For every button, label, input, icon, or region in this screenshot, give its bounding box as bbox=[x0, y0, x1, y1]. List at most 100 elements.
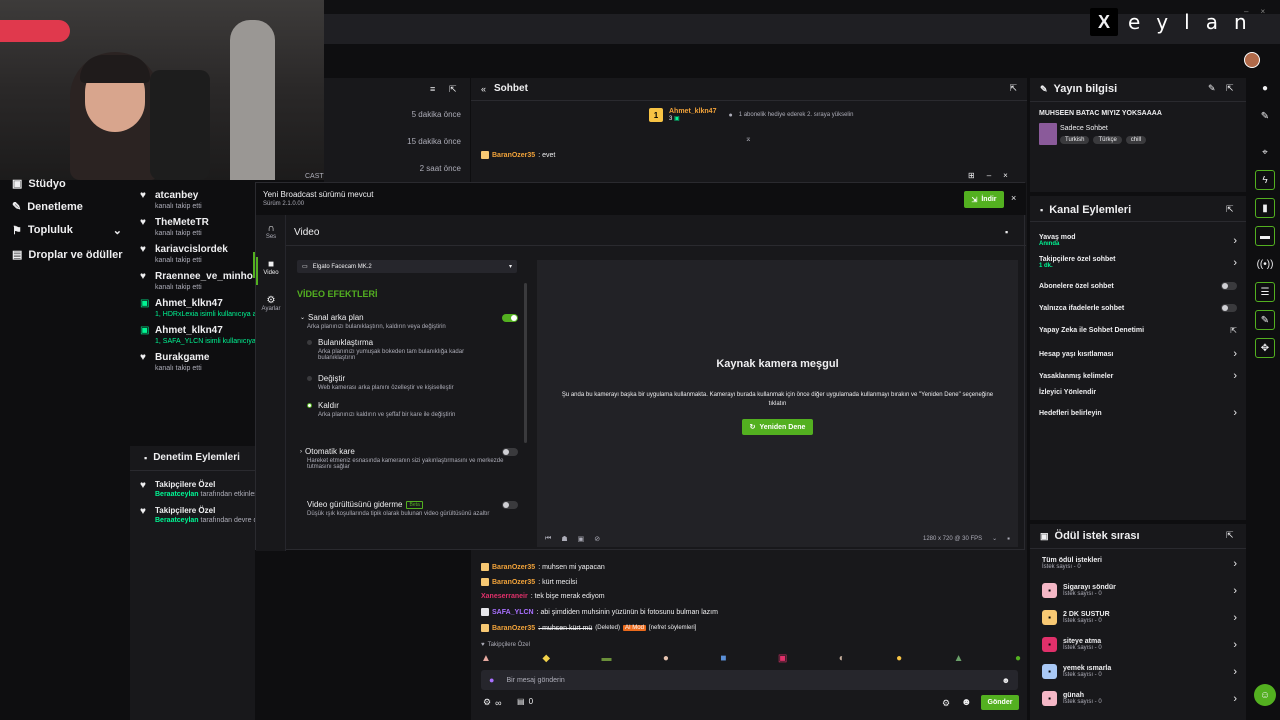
rail-settings[interactable]: ⚙ Ayarlar bbox=[256, 295, 286, 312]
avatar[interactable] bbox=[1244, 52, 1260, 68]
skip-icon[interactable]: ⏮ bbox=[545, 535, 551, 543]
action-followers-only[interactable]: Takipçilere özel sohbet 1 dk. › bbox=[1039, 256, 1237, 269]
settings-gear-icon[interactable]: ⚙ bbox=[942, 698, 950, 709]
filter-icon[interactable]: ≡ bbox=[430, 84, 435, 94]
option-replace[interactable]: Değiştir Web kamerası arka planını özell… bbox=[307, 374, 497, 391]
channel-points[interactable]: ⚙ ∞ bbox=[483, 697, 502, 708]
mic-icon[interactable]: ● bbox=[489, 675, 494, 685]
crosshair-icon[interactable]: ⌖ bbox=[1255, 142, 1275, 162]
close-icon[interactable]: × bbox=[1003, 171, 1008, 180]
scrollbar[interactable] bbox=[524, 283, 527, 443]
broadcast-icon[interactable]: ((•)) bbox=[1255, 254, 1275, 274]
action-ai-moderation[interactable]: Yapay Zeka ile Sohbet Denetimi ⇱ bbox=[1039, 326, 1237, 335]
camera-select[interactable]: ▭ Elgato Facecam MK.2 ▾ bbox=[297, 260, 517, 273]
rail-audio[interactable]: ∩ Ses bbox=[256, 223, 286, 240]
popout-icon[interactable]: ⇱ bbox=[1009, 83, 1017, 94]
minimize-icon[interactable]: – bbox=[987, 171, 991, 180]
chevron-right-icon: › bbox=[1233, 638, 1237, 651]
close-banner-icon[interactable]: × bbox=[1011, 193, 1016, 203]
people-icon[interactable]: ☗ bbox=[561, 535, 567, 543]
resolution-select[interactable]: 1280 x 720 @ 30 FPS ⌄ ▪ bbox=[923, 534, 1010, 543]
feedback-icon[interactable]: ▪ bbox=[1005, 227, 1008, 237]
crop-icon[interactable]: ▣ bbox=[578, 535, 585, 543]
chevron-left-icon[interactable]: « bbox=[481, 84, 486, 94]
clip-icon[interactable]: ▮ bbox=[1255, 198, 1275, 218]
emote-icon[interactable]: ▲ bbox=[954, 653, 964, 667]
window-controls[interactable]: – × bbox=[1244, 7, 1265, 16]
radio-icon[interactable] bbox=[307, 376, 312, 381]
action-banned-words[interactable]: Yasaklanmış kelimeler › bbox=[1039, 370, 1237, 382]
action-goals[interactable]: Hedefleri belirleyin › bbox=[1039, 407, 1237, 419]
retry-button[interactable]: ↻ Yeniden Dene bbox=[742, 419, 813, 435]
layout-icon[interactable]: ⊞ bbox=[968, 171, 975, 180]
x-logo-icon: X bbox=[1090, 8, 1118, 36]
layout-icon[interactable]: ☰ bbox=[1255, 282, 1275, 302]
emoji-icon[interactable]: ☻ bbox=[1002, 676, 1010, 685]
info-icon[interactable]: ● bbox=[1255, 78, 1275, 98]
action-raid[interactable]: İzleyici Yönlendir bbox=[1039, 389, 1237, 396]
noise-toggle[interactable] bbox=[502, 500, 518, 509]
nav-item-moderation[interactable]: ✎ Denetleme bbox=[12, 200, 83, 214]
pencil-icon[interactable]: ✎ bbox=[1255, 106, 1275, 126]
send-button[interactable]: Gönder bbox=[981, 695, 1019, 710]
action-emote-only[interactable]: Yalnızca ifadelerle sohbet bbox=[1039, 304, 1237, 312]
reward-item[interactable]: ▪ günah İstek sayısı - 0 › bbox=[1042, 691, 1237, 706]
emote-icon[interactable]: ◆ bbox=[542, 653, 550, 667]
subs-only-toggle[interactable] bbox=[1221, 282, 1237, 290]
emote-icon[interactable]: ● bbox=[896, 653, 902, 667]
divider bbox=[130, 470, 255, 471]
collapse-icon[interactable]: ⌅ bbox=[745, 134, 752, 143]
camera-off-icon[interactable]: ⊘ bbox=[594, 535, 600, 543]
auto-frame-toggle[interactable] bbox=[502, 447, 518, 456]
emote-icon[interactable]: ▬ bbox=[601, 653, 611, 667]
wrench-icon[interactable]: ✎ bbox=[1255, 310, 1275, 330]
emote-icon[interactable]: ■ bbox=[720, 653, 726, 667]
minimize-icon[interactable]: – bbox=[1244, 7, 1248, 16]
download-button[interactable]: ⇲ İndir bbox=[964, 191, 1004, 208]
emotes-icon[interactable]: ☻ bbox=[961, 697, 972, 708]
nav-item-drops[interactable]: ▤ Droplar ve ödüller bbox=[12, 248, 123, 262]
popout-icon[interactable]: ⇱ bbox=[1226, 530, 1234, 541]
reward-item[interactable]: ▪ siteye atma İstek sayısı - 0 › bbox=[1042, 637, 1237, 652]
reward-icon: ▪ bbox=[1042, 583, 1057, 598]
emote-icon[interactable]: ◐ bbox=[839, 653, 845, 667]
action-slow-mode[interactable]: Yavaş mod Anında › bbox=[1039, 234, 1237, 247]
close-window-icon[interactable]: × bbox=[1260, 7, 1265, 16]
emote-icon[interactable]: ● bbox=[1015, 653, 1021, 667]
apps-icon[interactable]: ✥ bbox=[1255, 338, 1275, 358]
gift-counter[interactable]: ▤ 0 bbox=[517, 697, 533, 706]
lightning-icon[interactable]: ϟ bbox=[1255, 170, 1275, 190]
emote-icon[interactable]: ● bbox=[663, 653, 669, 667]
popout-icon[interactable]: ⇱ bbox=[1226, 83, 1234, 94]
virtual-bg-toggle[interactable] bbox=[502, 313, 518, 322]
reward-all[interactable]: Tüm ödül istekleri İstek sayısı - 0 › bbox=[1042, 557, 1237, 570]
chat-bubble-icon[interactable]: ▪ bbox=[1007, 534, 1010, 543]
support-icon[interactable]: ☺ bbox=[1254, 684, 1276, 706]
popout-icon[interactable]: ⇱ bbox=[1226, 204, 1234, 215]
reward-item[interactable]: ▪ yemek ısmarla İstek sayısı - 0 › bbox=[1042, 664, 1237, 679]
option-remove[interactable]: Kaldır Arka planınızı kaldırın ve şeffaf… bbox=[307, 401, 497, 418]
tag[interactable]: chill bbox=[1125, 136, 1147, 144]
option-blur[interactable]: Bulanıklaştırma Arka planınızı yumuşak b… bbox=[307, 338, 487, 361]
chat-input[interactable]: ● Bir mesaj gönderin ☻ bbox=[481, 670, 1018, 690]
nav-item-studio[interactable]: ▣ Stüdyo bbox=[12, 177, 66, 191]
radio-selected-icon[interactable] bbox=[307, 403, 312, 408]
section-gap bbox=[1030, 192, 1246, 196]
tag[interactable]: Türkçe bbox=[1093, 136, 1122, 144]
reward-item[interactable]: ▪ 2 DK SUSTUR İstek sayısı - 0 › bbox=[1042, 610, 1237, 625]
rail-video[interactable]: ■ Video bbox=[256, 259, 286, 276]
chat-bubble-icon[interactable]: ▬ bbox=[1255, 226, 1275, 246]
emote-icon[interactable]: ▲ bbox=[481, 653, 491, 667]
category-name: Sadece Sohbet bbox=[1060, 125, 1108, 132]
popout-icon[interactable]: ⇱ bbox=[449, 84, 457, 95]
emote-only-toggle[interactable] bbox=[1221, 304, 1237, 312]
tag[interactable]: Turkish bbox=[1060, 136, 1090, 144]
edit-icon[interactable]: ✎ bbox=[1208, 83, 1216, 94]
action-subs-only[interactable]: Abonelere özel sohbet bbox=[1039, 282, 1237, 290]
radio-icon[interactable] bbox=[307, 340, 312, 345]
emote-icon[interactable]: ▣ bbox=[778, 653, 787, 667]
reward-item[interactable]: ▪ Sigarayı söndür İstek sayısı - 0 › bbox=[1042, 583, 1237, 598]
action-account-age[interactable]: Hesap yaşı kısıtlaması › bbox=[1039, 348, 1237, 360]
nav-item-community[interactable]: ⚑ Topluluk ⌄ bbox=[12, 224, 122, 237]
pinned-hype[interactable]: 1 Ahmet_klkn47 3 ▣ ● 1 abonelik hediye ed… bbox=[649, 108, 853, 122]
